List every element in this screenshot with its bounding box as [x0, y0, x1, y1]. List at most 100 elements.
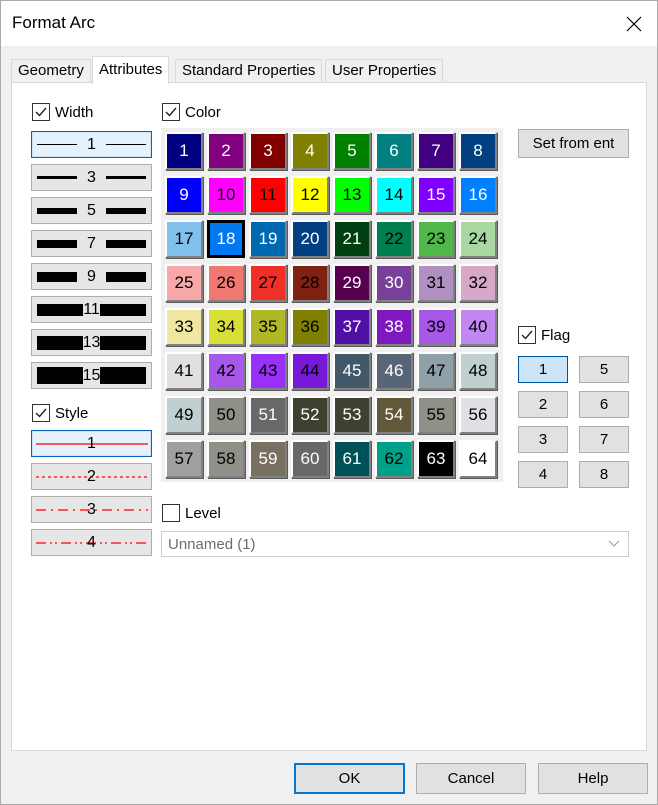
color-swatch-3[interactable]: 3 — [249, 132, 287, 170]
color-swatch-15[interactable]: 15 — [417, 176, 455, 214]
flag-button-1[interactable]: 1 — [518, 356, 568, 383]
color-swatch-7[interactable]: 7 — [417, 132, 455, 170]
color-swatch-16[interactable]: 16 — [459, 176, 497, 214]
flag-button-2[interactable]: 2 — [518, 391, 568, 418]
color-swatch-28[interactable]: 28 — [291, 264, 329, 302]
color-swatch-40[interactable]: 40 — [459, 308, 497, 346]
set-from-ent-button[interactable]: Set from ent — [518, 129, 629, 158]
color-swatch-52[interactable]: 52 — [291, 396, 329, 434]
color-swatch-10[interactable]: 10 — [207, 176, 245, 214]
color-swatch-49[interactable]: 49 — [165, 396, 203, 434]
color-swatch-32[interactable]: 32 — [459, 264, 497, 302]
flag-button-7[interactable]: 7 — [579, 426, 629, 453]
color-swatch-50[interactable]: 50 — [207, 396, 245, 434]
color-swatch-1[interactable]: 1 — [165, 132, 203, 170]
color-swatch-25[interactable]: 25 — [165, 264, 203, 302]
color-checkbox[interactable] — [162, 103, 180, 121]
color-swatch-38[interactable]: 38 — [375, 308, 413, 346]
level-checkbox-row[interactable]: Level — [162, 504, 221, 522]
flag-checkbox-row[interactable]: Flag — [518, 326, 570, 344]
color-swatch-56[interactable]: 56 — [459, 396, 497, 434]
color-swatch-8[interactable]: 8 — [459, 132, 497, 170]
level-select[interactable]: Unnamed (1) — [161, 531, 629, 557]
color-swatch-59[interactable]: 59 — [249, 440, 287, 478]
color-swatch-45[interactable]: 45 — [333, 352, 371, 390]
width-option-15[interactable]: 15 — [31, 362, 152, 389]
close-button[interactable] — [611, 1, 657, 46]
color-swatch-11[interactable]: 11 — [249, 176, 287, 214]
width-option-3[interactable]: 3 — [31, 164, 152, 191]
width-option-5[interactable]: 5 — [31, 197, 152, 224]
color-swatch-13[interactable]: 13 — [333, 176, 371, 214]
color-swatch-44[interactable]: 44 — [291, 352, 329, 390]
color-swatch-39[interactable]: 39 — [417, 308, 455, 346]
width-option-11[interactable]: 11 — [31, 296, 152, 323]
color-swatch-27[interactable]: 27 — [249, 264, 287, 302]
color-checkbox-row[interactable]: Color — [162, 103, 221, 121]
color-swatch-46[interactable]: 46 — [375, 352, 413, 390]
tab-attributes[interactable]: Attributes — [92, 56, 170, 84]
ok-button[interactable]: OK — [294, 763, 405, 794]
width-checkbox[interactable] — [32, 103, 50, 121]
tab-geometry[interactable]: Geometry — [11, 59, 91, 83]
color-swatch-12[interactable]: 12 — [291, 176, 329, 214]
flag-button-3[interactable]: 3 — [518, 426, 568, 453]
color-swatch-58[interactable]: 58 — [207, 440, 245, 478]
color-swatch-19[interactable]: 19 — [249, 220, 287, 258]
color-swatch-31[interactable]: 31 — [417, 264, 455, 302]
color-swatch-34[interactable]: 34 — [207, 308, 245, 346]
color-swatch-36[interactable]: 36 — [291, 308, 329, 346]
color-swatch-64[interactable]: 64 — [459, 440, 497, 478]
color-swatch-63[interactable]: 63 — [417, 440, 455, 478]
level-checkbox[interactable] — [162, 504, 180, 522]
color-swatch-18[interactable]: 18 — [207, 220, 245, 258]
color-swatch-35[interactable]: 35 — [249, 308, 287, 346]
color-swatch-33[interactable]: 33 — [165, 308, 203, 346]
color-swatch-30[interactable]: 30 — [375, 264, 413, 302]
style-option-1[interactable]: 1 — [31, 430, 152, 457]
style-checkbox[interactable] — [32, 404, 50, 422]
width-option-1[interactable]: 1 — [31, 131, 152, 158]
flag-button-4[interactable]: 4 — [518, 461, 568, 488]
color-swatch-42[interactable]: 42 — [207, 352, 245, 390]
style-option-3[interactable]: 3 — [31, 496, 152, 523]
color-swatch-29[interactable]: 29 — [333, 264, 371, 302]
color-swatch-60[interactable]: 60 — [291, 440, 329, 478]
color-swatch-20[interactable]: 20 — [291, 220, 329, 258]
color-swatch-6[interactable]: 6 — [375, 132, 413, 170]
style-option-4[interactable]: 4 — [31, 529, 152, 556]
color-swatch-2[interactable]: 2 — [207, 132, 245, 170]
color-swatch-37[interactable]: 37 — [333, 308, 371, 346]
style-option-2[interactable]: 2 — [31, 463, 152, 490]
color-swatch-41[interactable]: 41 — [165, 352, 203, 390]
color-swatch-21[interactable]: 21 — [333, 220, 371, 258]
color-swatch-51[interactable]: 51 — [249, 396, 287, 434]
color-swatch-22[interactable]: 22 — [375, 220, 413, 258]
color-swatch-4[interactable]: 4 — [291, 132, 329, 170]
color-swatch-47[interactable]: 47 — [417, 352, 455, 390]
color-swatch-43[interactable]: 43 — [249, 352, 287, 390]
flag-button-8[interactable]: 8 — [579, 461, 629, 488]
color-swatch-5[interactable]: 5 — [333, 132, 371, 170]
color-swatch-26[interactable]: 26 — [207, 264, 245, 302]
width-option-13[interactable]: 13 — [31, 329, 152, 356]
color-swatch-53[interactable]: 53 — [333, 396, 371, 434]
color-swatch-17[interactable]: 17 — [165, 220, 203, 258]
color-swatch-9[interactable]: 9 — [165, 176, 203, 214]
flag-checkbox[interactable] — [518, 326, 536, 344]
color-swatch-48[interactable]: 48 — [459, 352, 497, 390]
style-checkbox-row[interactable]: Style — [32, 404, 88, 422]
width-checkbox-row[interactable]: Width — [32, 103, 93, 121]
tab-standard-properties[interactable]: Standard Properties — [175, 59, 323, 83]
color-swatch-54[interactable]: 54 — [375, 396, 413, 434]
width-option-9[interactable]: 9 — [31, 263, 152, 290]
color-swatch-14[interactable]: 14 — [375, 176, 413, 214]
color-swatch-57[interactable]: 57 — [165, 440, 203, 478]
width-option-7[interactable]: 7 — [31, 230, 152, 257]
color-swatch-24[interactable]: 24 — [459, 220, 497, 258]
flag-button-5[interactable]: 5 — [579, 356, 629, 383]
color-swatch-61[interactable]: 61 — [333, 440, 371, 478]
cancel-button[interactable]: Cancel — [416, 763, 526, 794]
flag-button-6[interactable]: 6 — [579, 391, 629, 418]
color-swatch-55[interactable]: 55 — [417, 396, 455, 434]
